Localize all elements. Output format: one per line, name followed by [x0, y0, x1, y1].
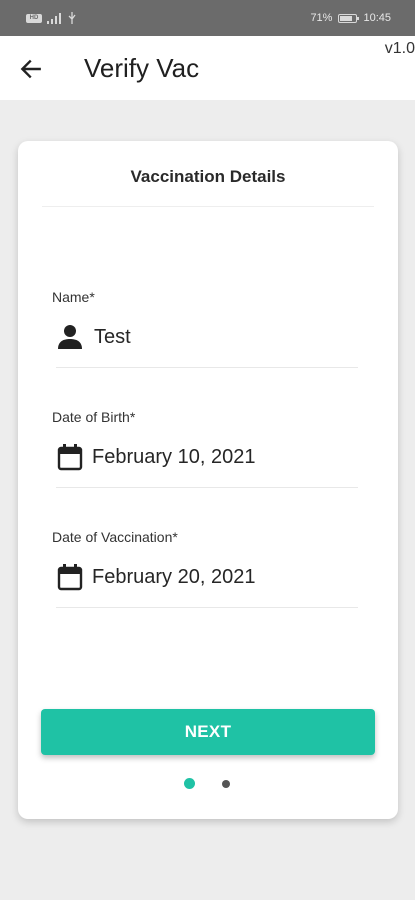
calendar-icon [57, 444, 83, 471]
status-left-group: HD [26, 12, 76, 24]
page-indicator [18, 778, 398, 790]
vaccination-details-card: Vaccination Details Name* Test Date of B… [18, 141, 398, 819]
calendar-icon [57, 564, 83, 591]
name-input[interactable]: Test [56, 319, 358, 359]
signal-icon [47, 12, 61, 24]
battery-percent: 71% [310, 12, 333, 24]
name-value: Test [94, 326, 131, 348]
page-dot-inactive[interactable] [222, 780, 230, 788]
next-button[interactable]: NEXT [41, 709, 375, 755]
hd-badge: HD [26, 13, 42, 23]
date-of-birth-value: February 10, 2021 [92, 446, 256, 468]
status-right-group: 71% 10:45 [310, 12, 391, 24]
app-bar: Verify Vac v1.0 [0, 36, 415, 100]
date-of-birth-input[interactable]: February 10, 2021 [56, 439, 358, 479]
clock: 10:45 [363, 12, 391, 24]
date-of-vaccination-underline [56, 607, 358, 608]
date-of-vaccination-value: February 20, 2021 [92, 566, 256, 588]
usb-icon [68, 12, 76, 24]
name-underline [56, 367, 358, 368]
status-bar: HD 71% 10:45 [0, 0, 415, 36]
card-divider [42, 206, 374, 207]
name-label: Name* [52, 289, 95, 305]
version-label: v1.0 [384, 40, 415, 57]
app-title: Verify Vac [84, 53, 200, 83]
date-of-birth-label: Date of Birth* [52, 409, 136, 425]
date-of-vaccination-label: Date of Vaccination* [52, 529, 178, 545]
date-of-birth-underline [56, 487, 358, 488]
page-dot-active[interactable] [184, 778, 195, 789]
back-arrow-icon[interactable] [18, 56, 44, 82]
person-icon [58, 325, 82, 349]
date-of-vaccination-input[interactable]: February 20, 2021 [56, 559, 358, 599]
card-title: Vaccination Details [130, 167, 286, 186]
battery-icon [338, 13, 360, 23]
